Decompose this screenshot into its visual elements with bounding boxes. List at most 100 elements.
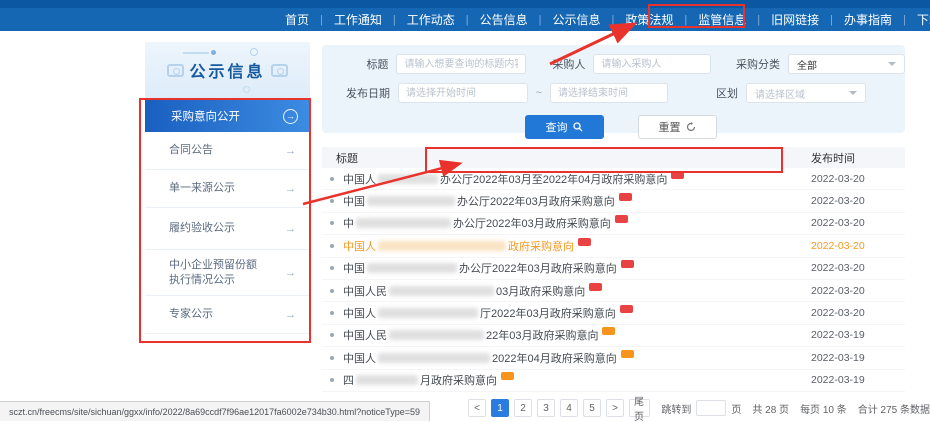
row-title-suffix: 办公厅2022年03月政府采购意向 (457, 193, 615, 209)
sidebar-item-label: 单一来源公示 (169, 181, 263, 196)
date-end-input[interactable] (550, 83, 668, 103)
row-title-suffix: 政府采购意向 (508, 238, 574, 254)
row-title-suffix: 办公厅2022年03月政府采购意向 (453, 215, 611, 231)
sidebar-item-label: 合同公告 (169, 143, 263, 158)
row-title-prefix: 中国人 (343, 171, 376, 187)
bullet-icon (330, 333, 334, 337)
last-page-button[interactable]: 尾页 (629, 399, 650, 417)
main-nav: 首页|工作通知|工作动态|公告信息|公示信息|政策法规|监管信息|旧网链接|办事… (0, 8, 930, 31)
sidebar-title: 公示信息 (189, 58, 265, 82)
search-icon (573, 122, 583, 132)
buyer-input[interactable] (593, 54, 711, 74)
nav-separator: | (539, 14, 542, 26)
results-list: 中国人 办公厅2022年03月至2022年04月政府采购意向 2022-03-2… (322, 168, 905, 392)
redacted-blur (389, 330, 484, 340)
jump-unit: 页 (731, 401, 741, 416)
row-title-suffix: 办公厅2022年03月至2022年04月政府采购意向 (440, 171, 667, 187)
redacted-blur (356, 375, 418, 385)
nav-separator: | (612, 14, 615, 26)
nav-item-4[interactable]: 公告信息 (478, 11, 530, 28)
new-badge (619, 193, 632, 201)
arrow-right-icon: → (285, 267, 296, 279)
sidebar-item-label: 专家公示 (169, 307, 263, 322)
new-badge (621, 350, 634, 358)
sidebar-item[interactable]: 合同公告 → (145, 132, 310, 170)
refresh-icon (686, 122, 696, 132)
bullet-icon (330, 289, 334, 293)
table-header: 标题 发布时间 (322, 147, 905, 168)
nav-item-6[interactable]: 政策法规 (623, 11, 675, 28)
sidebar-item[interactable]: 履约验收公示 → (145, 208, 310, 250)
nav-item-10[interactable]: 下载专区 (915, 11, 930, 28)
page-number-button[interactable]: 2 (514, 399, 532, 417)
statusbar-url: sczt.cn/freecms/site/sichuan/ggxx/info/2… (9, 407, 420, 417)
bullet-icon (330, 311, 334, 315)
table-row[interactable]: 中国人 2022年04月政府采购意向 2022-03-19 (322, 347, 905, 369)
region-label: 区划 (690, 85, 746, 101)
date-label: 发布日期 (336, 85, 398, 101)
row-title-prefix: 中国 (343, 193, 365, 209)
sidebar-item[interactable]: 专家公示 → (145, 296, 310, 334)
table-row[interactable]: 中国人 厅2022年03月政府采购意向 2022-03-20 (322, 302, 905, 324)
page-number-button[interactable]: 1 (491, 399, 509, 417)
nav-item-1[interactable]: 首页 (283, 11, 311, 28)
nav-item-5[interactable]: 公示信息 (551, 11, 603, 28)
table-row[interactable]: 中国人 办公厅2022年03月至2022年04月政府采购意向 2022-03-2… (322, 168, 905, 190)
arrow-right-icon: → (285, 309, 296, 321)
region-select[interactable]: 请选择区域 (746, 83, 866, 103)
redacted-blur (378, 174, 438, 184)
table-row[interactable]: 四 月政府采购意向 2022-03-19 (322, 370, 905, 392)
category-select[interactable]: 全部 (788, 54, 905, 74)
table-row[interactable]: 中国人 政府采购意向 2022-03-20 (322, 235, 905, 257)
decor-dot (211, 50, 216, 55)
bullet-icon (330, 378, 334, 382)
row-title-suffix: 月政府采购意向 (420, 372, 497, 388)
nav-separator: | (903, 14, 906, 26)
row-publish-date: 2022-03-20 (811, 285, 891, 297)
row-title-suffix: 03月政府采购意向 (496, 283, 585, 299)
nav-item-2[interactable]: 工作通知 (332, 11, 384, 28)
sidebar-item-active[interactable]: 采购意向公开 → (145, 100, 310, 132)
nav-item-8[interactable]: 旧网链接 (769, 11, 821, 28)
sidebar-item[interactable]: 中小企业预留份额执行情况公示 → (145, 250, 310, 296)
row-title-suffix: 办公厅2022年03月政府采购意向 (459, 260, 617, 276)
date-start-input[interactable] (398, 83, 528, 103)
row-title-prefix: 中国人民 (343, 327, 387, 343)
row-publish-date: 2022-03-19 (811, 374, 891, 386)
bullet-icon (330, 177, 334, 181)
chevron-down-icon (849, 91, 857, 95)
bullet-icon (330, 221, 334, 225)
page-number-button[interactable]: 5 (583, 399, 601, 417)
table-row[interactable]: 中国人民 22年03月政府采购意向 2022-03-19 (322, 325, 905, 347)
statusbar-url-tooltip: sczt.cn/freecms/site/sichuan/ggxx/info/2… (0, 401, 430, 421)
query-button[interactable]: 查询 (525, 115, 604, 139)
row-title-suffix: 22年03月政府采购意向 (486, 327, 598, 343)
page-number-button[interactable]: 3 (537, 399, 555, 417)
nav-separator: | (320, 14, 323, 26)
prev-page-button[interactable]: < (468, 399, 486, 417)
next-page-button[interactable]: > (606, 399, 624, 417)
jump-page-input[interactable] (696, 400, 726, 416)
table-row[interactable]: 中国 办公厅2022年03月政府采购意向 2022-03-20 (322, 258, 905, 280)
title-label: 标题 (336, 56, 396, 72)
table-row[interactable]: 中国人民 03月政府采购意向 2022-03-20 (322, 280, 905, 302)
redacted-blur (367, 263, 457, 273)
row-title-prefix: 中国人 (343, 350, 376, 366)
page-size: 每页 10 条 (800, 401, 847, 416)
sidebar-item[interactable]: 单一来源公示 → (145, 170, 310, 208)
page-number-button[interactable]: 4 (560, 399, 578, 417)
nav-item-7[interactable]: 监管信息 (696, 11, 748, 28)
reset-button[interactable]: 重置 (638, 115, 717, 139)
table-row[interactable]: 中国 办公厅2022年03月政府采购意向 2022-03-20 (322, 190, 905, 212)
title-input[interactable] (396, 54, 526, 74)
nav-separator: | (393, 14, 396, 26)
row-title-suffix: 厅2022年03月政府采购意向 (480, 305, 616, 321)
redacted-blur (367, 196, 455, 206)
table-row[interactable]: 中 办公厅2022年03月政府采购意向 2022-03-20 (322, 213, 905, 235)
nav-item-9[interactable]: 办事指南 (842, 11, 894, 28)
row-title-prefix: 中国 (343, 260, 365, 276)
nav-item-3[interactable]: 工作动态 (405, 11, 457, 28)
row-publish-date: 2022-03-20 (811, 217, 891, 229)
sidebar-item-label: 中小企业预留份额执行情况公示 (169, 258, 263, 288)
redacted-blur (378, 353, 490, 363)
